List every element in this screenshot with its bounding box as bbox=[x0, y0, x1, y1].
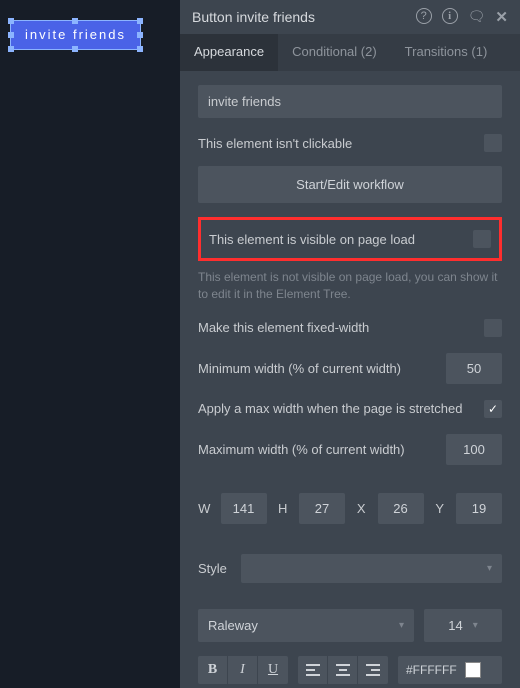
resize-handle[interactable] bbox=[8, 32, 14, 38]
x-label: X bbox=[355, 501, 368, 516]
font-size-value: 14 bbox=[448, 618, 462, 633]
max-width-input[interactable] bbox=[446, 434, 502, 465]
font-size-dropdown[interactable]: 14 ▾ bbox=[424, 609, 502, 642]
style-dropdown[interactable]: ▾ bbox=[241, 554, 502, 583]
color-hex-value: #FFFFFF bbox=[406, 663, 457, 677]
text-color-field[interactable]: #FFFFFF bbox=[398, 656, 502, 684]
text-style-group: B I U bbox=[198, 656, 288, 684]
visible-on-load-checkbox[interactable] bbox=[473, 230, 491, 248]
y-input[interactable] bbox=[456, 493, 502, 524]
width-input[interactable] bbox=[221, 493, 267, 524]
tab-transitions[interactable]: Transitions (1) bbox=[391, 34, 502, 71]
chevron-down-icon: ▾ bbox=[487, 563, 492, 574]
info-icon[interactable]: i bbox=[442, 8, 458, 24]
element-name-input[interactable] bbox=[198, 85, 502, 118]
fixed-width-checkbox[interactable] bbox=[484, 319, 502, 337]
apply-max-width-label: Apply a max width when the page is stret… bbox=[198, 401, 462, 416]
help-icon[interactable]: ? bbox=[416, 8, 432, 24]
w-label: W bbox=[198, 501, 211, 516]
resize-handle[interactable] bbox=[137, 18, 143, 24]
panel-title: Button invite friends bbox=[192, 9, 416, 25]
h-label: H bbox=[277, 501, 290, 516]
resize-handle[interactable] bbox=[137, 32, 143, 38]
align-center-button[interactable] bbox=[328, 656, 358, 684]
close-icon[interactable]: ✕ bbox=[495, 8, 508, 26]
font-family-dropdown[interactable]: Raleway ▾ bbox=[198, 609, 414, 642]
not-clickable-label: This element isn't clickable bbox=[198, 136, 352, 151]
resize-handle[interactable] bbox=[72, 18, 78, 24]
text-align-group bbox=[298, 656, 388, 684]
align-right-icon bbox=[365, 663, 381, 677]
start-edit-workflow-button[interactable]: Start/Edit workflow bbox=[198, 166, 502, 203]
not-clickable-checkbox[interactable] bbox=[484, 134, 502, 152]
height-input[interactable] bbox=[299, 493, 345, 524]
property-panel: Button invite friends ? i 🗨 ✕ Appearance… bbox=[180, 0, 520, 688]
align-left-icon bbox=[305, 663, 321, 677]
visible-on-load-row: This element is visible on page load bbox=[198, 217, 502, 261]
apply-max-width-checkbox[interactable] bbox=[484, 400, 502, 418]
max-width-label: Maximum width (% of current width) bbox=[198, 442, 405, 457]
canvas-selected-button[interactable]: invite friends bbox=[10, 20, 141, 50]
comment-icon[interactable]: 🗨 bbox=[468, 8, 486, 26]
visible-on-load-label: This element is visible on page load bbox=[209, 232, 415, 247]
style-label: Style bbox=[198, 561, 227, 576]
chevron-down-icon: ▾ bbox=[399, 620, 404, 631]
font-family-value: Raleway bbox=[208, 618, 258, 633]
resize-handle[interactable] bbox=[8, 46, 14, 52]
visible-hint-text: This element is not visible on page load… bbox=[198, 269, 502, 303]
resize-handle[interactable] bbox=[72, 46, 78, 52]
resize-handle[interactable] bbox=[137, 46, 143, 52]
chevron-down-icon: ▾ bbox=[473, 620, 478, 631]
align-left-button[interactable] bbox=[298, 656, 328, 684]
tabs: Appearance Conditional (2) Transitions (… bbox=[180, 34, 520, 71]
color-swatch bbox=[465, 662, 481, 678]
align-center-icon bbox=[335, 663, 351, 677]
min-width-label: Minimum width (% of current width) bbox=[198, 361, 401, 376]
fixed-width-label: Make this element fixed-width bbox=[198, 320, 369, 335]
x-input[interactable] bbox=[378, 493, 424, 524]
resize-handle[interactable] bbox=[8, 18, 14, 24]
y-label: Y bbox=[434, 501, 447, 516]
canvas-button-label: invite friends bbox=[25, 27, 126, 42]
tab-conditional[interactable]: Conditional (2) bbox=[278, 34, 391, 71]
bold-button[interactable]: B bbox=[198, 656, 228, 684]
min-width-input[interactable] bbox=[446, 353, 502, 384]
align-right-button[interactable] bbox=[358, 656, 388, 684]
italic-button[interactable]: I bbox=[228, 656, 258, 684]
underline-button[interactable]: U bbox=[258, 656, 288, 684]
tab-appearance[interactable]: Appearance bbox=[180, 34, 278, 71]
